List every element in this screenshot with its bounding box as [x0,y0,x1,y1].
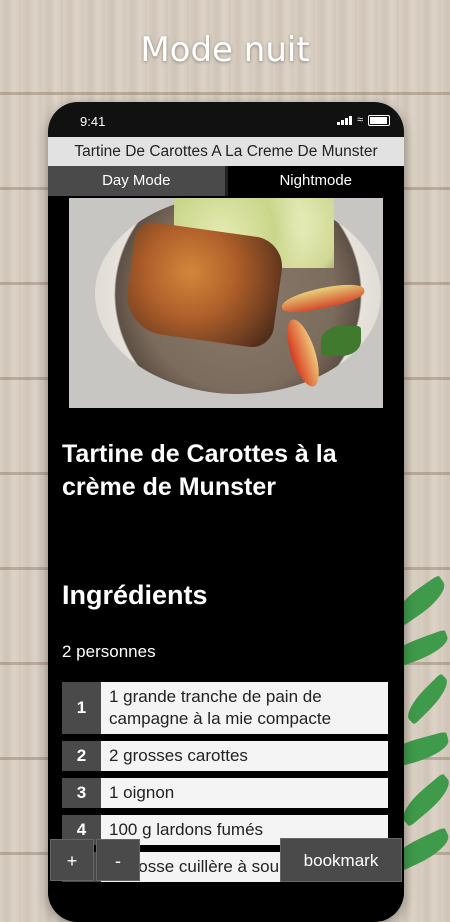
phone-frame: 9:41 ≈ Tartine De Carottes A La Creme De… [48,102,404,922]
bookmark-button[interactable]: bookmark [280,838,402,882]
phone-notch [146,102,316,128]
ingredient-text: 2 grosses carottes [101,741,388,771]
status-bar: 9:41 ≈ [48,102,404,136]
status-time: 9:41 [80,114,106,129]
nightmode-button[interactable]: Nightmode [227,166,404,196]
ingredient-row: 3 1 oignon [62,778,388,808]
zoom-out-button[interactable]: - [96,839,140,881]
ingredient-row: 1 1 grande tranche de pain de campagne à… [62,682,388,734]
ingredient-text: 1 grande tranche de pain de campagne à l… [101,682,388,734]
zoom-in-button[interactable]: + [50,839,94,881]
ingredient-number: 1 [62,682,101,734]
ingredient-text: 1 oignon [101,778,388,808]
ingredients-heading: Ingrédients [62,580,208,610]
ingredient-row: 2 2 grosses carottes [62,741,388,771]
recipe-photo [69,198,383,408]
signal-icon [336,115,352,125]
mode-switcher: Day Mode Nightmode [48,166,404,196]
day-mode-button[interactable]: Day Mode [48,166,228,196]
recipe-content[interactable]: Tartine de Carottes à la crème de Munste… [48,196,404,922]
ingredient-number: 3 [62,778,101,808]
recipe-title-bar: Tartine De Carottes A La Creme De Munste… [48,137,404,166]
wifi-icon: ≈ [356,114,363,126]
recipe-title: Tartine de Carottes à la crème de Munste… [62,440,337,501]
battery-icon [368,114,390,126]
servings-text: 2 personnes [62,642,156,661]
ingredient-number: 2 [62,741,101,771]
status-icons: ≈ [336,114,390,126]
promo-headline: Mode nuit [140,30,310,70]
